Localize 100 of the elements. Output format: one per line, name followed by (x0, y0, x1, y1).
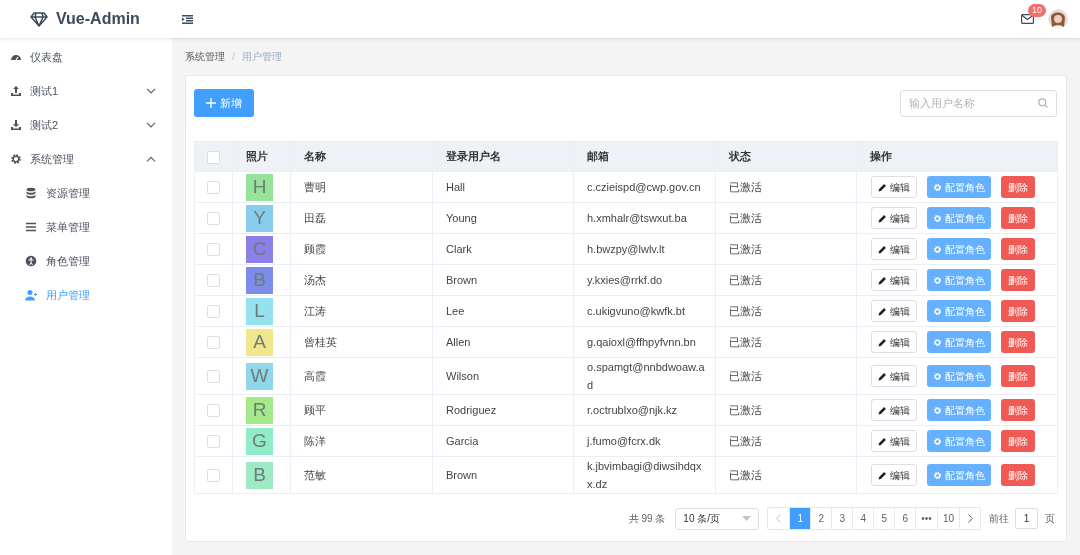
table-cell: 高霞 (304, 370, 326, 382)
table-cell: Rodriguez (446, 404, 497, 416)
checkbox[interactable] (207, 336, 220, 350)
checkbox[interactable] (207, 212, 220, 226)
checkbox[interactable] (207, 370, 220, 384)
table-cell: 已激活 (729, 435, 762, 447)
table-cell: 已激活 (729, 404, 762, 416)
chevron-up-icon[interactable] (146, 156, 156, 162)
diamond-icon (30, 11, 48, 27)
avatar: C (246, 235, 273, 263)
checkbox[interactable] (207, 181, 220, 195)
breadcrumb-item[interactable]: 系统管理 (185, 49, 225, 64)
edit-button[interactable]: 编辑 (871, 269, 917, 291)
table-cell: c.czieispd@cwp.gov.cn (587, 181, 701, 193)
mail-icon[interactable] (1021, 14, 1034, 24)
logo-text: Vue-Admin (56, 9, 140, 29)
table-cell: 顾霞 (304, 243, 326, 255)
avatar: Y (246, 204, 273, 232)
pencil-icon (878, 405, 887, 415)
checkbox[interactable] (207, 435, 220, 449)
notification-badge: 10 (1028, 4, 1046, 17)
checkbox[interactable] (207, 274, 220, 288)
table-cell: Young (446, 212, 477, 224)
gear-icon (933, 337, 942, 347)
checkbox[interactable] (207, 469, 220, 483)
chevron-down-icon[interactable] (146, 88, 156, 94)
database-icon (25, 187, 37, 199)
table-cell: 已激活 (729, 243, 762, 255)
column-header[interactable]: 照片 (246, 150, 268, 163)
table-cell: c.ukigvuno@kwfk.bt (587, 305, 685, 317)
checkbox[interactable] (207, 404, 220, 418)
edit-button[interactable]: 编辑 (871, 430, 917, 452)
table-cell: 范敏 (304, 469, 326, 481)
edit-button[interactable]: 编辑 (871, 300, 917, 322)
sidebar-item[interactable]: 测试1 (0, 74, 172, 108)
avatar: B (246, 266, 273, 294)
pencil-icon (878, 213, 887, 223)
edit-button[interactable]: 编辑 (871, 365, 917, 387)
chevron-left-icon (776, 514, 782, 523)
table-cell: Lee (446, 305, 465, 317)
edit-button[interactable]: 编辑 (871, 399, 917, 421)
page-suffix: 页 (1045, 512, 1055, 526)
gear-icon (933, 244, 942, 254)
table-cell: 顾平 (304, 404, 326, 416)
edit-button[interactable]: 编辑 (871, 176, 917, 198)
edit-button[interactable]: 编辑 (871, 464, 917, 486)
menu-toggle-icon[interactable] (182, 14, 193, 24)
sidebar-item[interactable]: 测试2 (0, 108, 172, 142)
table-cell: Allen (446, 336, 471, 348)
table-cell: 田磊 (304, 212, 326, 224)
edit-button[interactable]: 编辑 (871, 331, 917, 353)
sidebar-item[interactable]: 菜单管理 (0, 210, 172, 244)
pencil-icon (878, 371, 887, 381)
table-cell: Clark (446, 243, 472, 255)
gear-icon (933, 306, 942, 316)
table-cell: j.fumo@fcrx.dk (587, 435, 661, 447)
table-cell: 陈洋 (304, 435, 326, 447)
table-cell: 已激活 (729, 370, 762, 382)
edit-button[interactable]: 编辑 (871, 238, 917, 260)
gear-icon (933, 405, 942, 415)
sidebar-item[interactable]: 资源管理 (0, 176, 172, 210)
menu-icon (25, 221, 37, 233)
table-cell: 已激活 (729, 181, 762, 193)
breadcrumb-separator: / (232, 50, 235, 64)
table-cell: y.kxies@rrkf.do (587, 274, 663, 286)
avatar: G (246, 427, 273, 455)
checkbox[interactable] (207, 243, 220, 257)
search-icon[interactable] (1038, 97, 1048, 108)
column-header[interactable]: 状态 (729, 150, 751, 163)
table-cell: 汤杰 (304, 274, 326, 286)
pencil-icon (878, 275, 887, 285)
sidebar-item[interactable]: 仪表盘 (0, 40, 172, 74)
table-cell: 已激活 (729, 274, 762, 286)
page-number-field[interactable]: 1 (1015, 508, 1038, 529)
sidebar-item[interactable]: 角色管理 (0, 244, 172, 278)
column-header[interactable]: 邮箱 (587, 150, 609, 163)
table-cell: r.octrublxo@njk.kz (587, 404, 678, 416)
column-header[interactable]: 名称 (304, 150, 326, 163)
table-cell: 已激活 (729, 212, 762, 224)
table-cell: 江涛 (304, 305, 326, 317)
table-cell: Brown (446, 469, 478, 481)
table-cell: 曾桂英 (304, 336, 337, 348)
gear-icon (933, 213, 942, 223)
edit-button[interactable]: 编辑 (871, 207, 917, 229)
column-header[interactable]: 操作 (870, 150, 892, 163)
checkbox[interactable] (207, 150, 220, 164)
pencil-icon (878, 244, 887, 254)
table-cell: 曹明 (304, 181, 326, 193)
user-add-icon (25, 289, 37, 301)
checkbox[interactable] (207, 305, 220, 319)
sidebar-item[interactable]: 系统管理 (0, 142, 172, 176)
column-header[interactable]: 登录用户名 (446, 150, 501, 163)
chevron-down-icon[interactable] (146, 122, 156, 128)
search-field[interactable]: 输入用户名称 (900, 89, 1057, 117)
pencil-icon (878, 337, 887, 347)
pencil-icon (878, 470, 887, 480)
gear-icon (10, 153, 22, 165)
page-size-select[interactable]: 10 条/页 (675, 507, 760, 530)
table-cell: h.bwzpy@lwlv.lt (587, 243, 665, 255)
table-cell: g.qaioxl@ffhpyfvnn.bn (587, 336, 696, 348)
